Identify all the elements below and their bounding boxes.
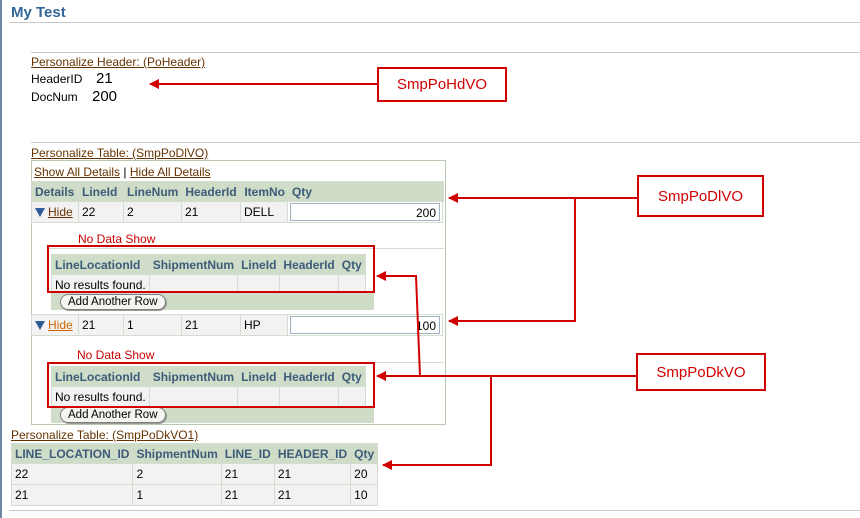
arrow-to-row2: [448, 198, 576, 326]
arrow-to-detail1: [376, 271, 421, 377]
annotation-arrows: [149, 79, 637, 470]
arrow-to-table2: [382, 376, 492, 470]
